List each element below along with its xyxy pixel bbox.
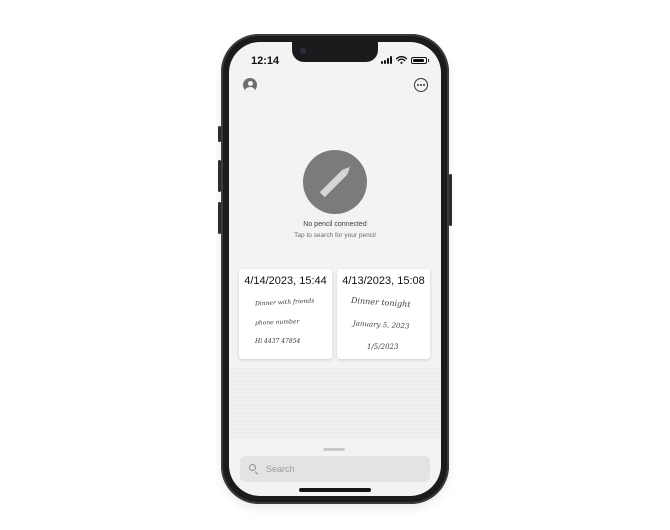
search-icon: [248, 463, 260, 475]
note-handwriting-line: Dinner with friends: [254, 297, 315, 308]
sheet-grabber[interactable]: [323, 448, 345, 451]
phone-screen: 12:14 No pencil connected Tap to search …: [229, 42, 441, 496]
empty-content-area: [229, 368, 441, 438]
volume-down-button: [218, 202, 221, 234]
search-bar[interactable]: [240, 456, 430, 482]
note-handwriting-line: Hi 4437 47854: [255, 338, 301, 345]
pencil-status-subtitle[interactable]: Tap to search for your pencil: [229, 232, 441, 239]
silent-switch: [218, 126, 221, 142]
camera-icon: [300, 48, 306, 54]
status-time: 12:14: [251, 55, 280, 67]
profile-icon[interactable]: [243, 78, 257, 92]
note-handwriting-line: Dinner tonight: [350, 295, 411, 310]
battery-icon: [411, 56, 429, 64]
more-options-icon[interactable]: [414, 78, 428, 92]
phone-frame: 12:14 No pencil connected Tap to search …: [218, 34, 452, 504]
volume-up-button: [218, 160, 221, 192]
stage: 12:14 No pencil connected Tap to search …: [0, 0, 670, 530]
home-indicator[interactable]: [299, 488, 371, 492]
note-date: 4/13/2023, 15:08: [342, 275, 425, 287]
note-card[interactable]: 4/14/2023, 15:44 Dinner with friends pho…: [239, 269, 332, 359]
note-handwriting-line: 1/5/2023: [367, 343, 399, 351]
pencil-status-button[interactable]: [303, 150, 367, 214]
note-handwriting-line: phone number: [254, 318, 300, 327]
wifi-icon: [396, 56, 407, 64]
pencil-status-title: No pencil connected: [303, 221, 367, 228]
note-handwriting-line: January 5, 2023: [352, 319, 410, 331]
status-icons: [381, 56, 429, 64]
pencil-icon: [320, 166, 351, 197]
note-card[interactable]: 4/13/2023, 15:08 Dinner tonight January …: [337, 269, 430, 359]
power-button: [449, 174, 452, 226]
cellular-signal-icon: [381, 56, 392, 64]
notch: [292, 42, 378, 62]
search-input[interactable]: [266, 464, 416, 474]
note-date: 4/14/2023, 15:44: [244, 275, 327, 287]
